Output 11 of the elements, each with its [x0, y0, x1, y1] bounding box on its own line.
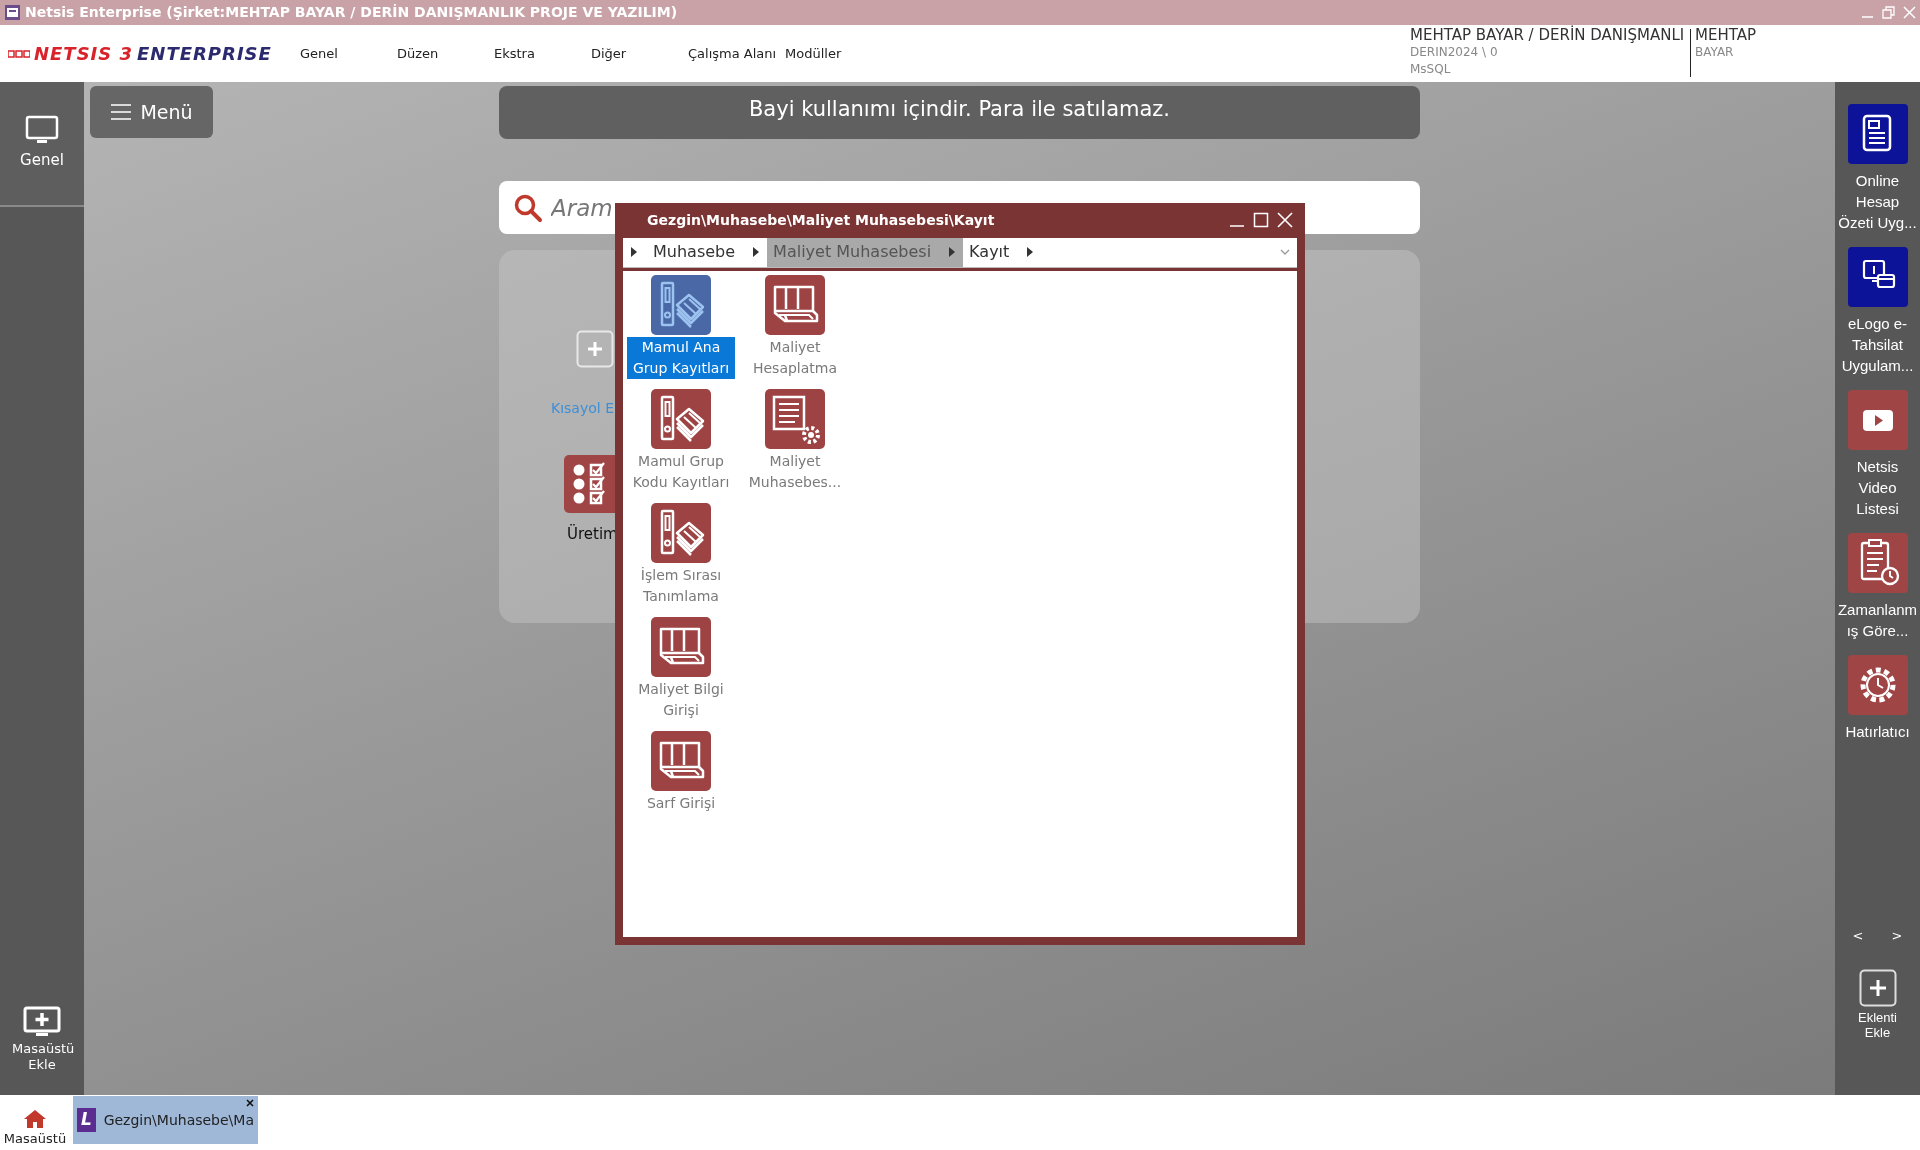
user-surname: BAYAR — [1695, 44, 1735, 61]
logo-text: ENTERPRISE — [137, 42, 272, 66]
window-title: Netsis Enterprise (Şirket:MEHTAP BAYAR / DERİN DANIŞMANLIK PROJE VE YAZILIM) — [25, 3, 678, 22]
company-name: MEHTAP BAYAR / DERİN DANIŞMANLI — [1410, 27, 1686, 44]
logo-text: NETSIS 3 — [34, 42, 134, 66]
window-title: Gezgin\Muhasebe\Maliyet Muhasebesi\Kayıt — [647, 210, 995, 230]
notice-banner: Bayi kullanımı içindir. Para ile satılamaz. — [499, 86, 1420, 139]
user-name: MEHTAP — [1695, 27, 1756, 44]
app-badge: L — [77, 1108, 96, 1132]
server-type: MsSQL — [1410, 61, 1452, 78]
database-name: DERIN2024 \ 0 — [1410, 44, 1499, 61]
